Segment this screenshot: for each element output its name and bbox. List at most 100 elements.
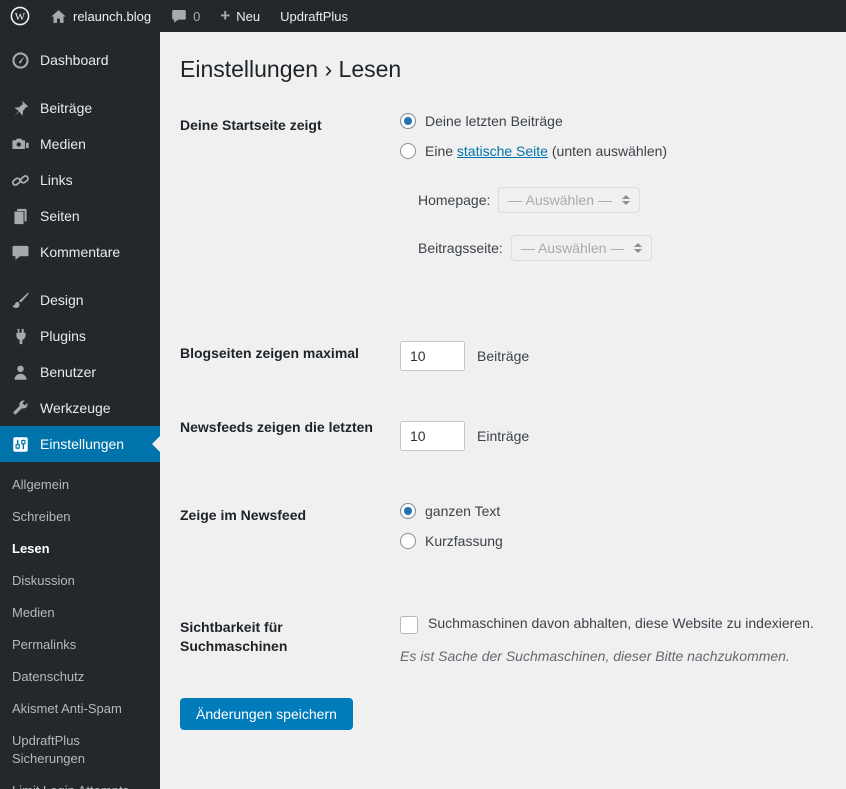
submenu-item-permalinks[interactable]: Permalinks <box>0 629 160 661</box>
main-content: Einstellungen › Lesen Deine Startseite z… <box>160 32 846 750</box>
homepage-select[interactable]: — Auswählen — <box>498 186 640 213</box>
blog-pages-input[interactable] <box>400 340 465 371</box>
wrench-icon <box>10 398 30 418</box>
save-changes-button[interactable]: Änderungen speichern <box>180 697 353 730</box>
submenu-item-diskussion[interactable]: Diskussion <box>0 565 160 597</box>
posts-page-select[interactable]: — Auswählen — <box>510 234 653 261</box>
radio-static-page-label: Eine statische Seite (unten auswählen) <box>425 143 667 159</box>
updraftplus-menu[interactable]: UpdraftPlus <box>270 0 358 32</box>
static-page-selects: Homepage: — Auswählen — Beitragsseite: —… <box>418 186 826 261</box>
posts-page-label: Beitragsseite: <box>418 239 503 256</box>
paintbrush-icon <box>10 290 30 310</box>
radio-full-text[interactable]: ganzen Text <box>400 502 826 519</box>
search-engine-checkbox-label: Suchmaschinen davon abhalten, diese Webs… <box>428 614 814 631</box>
radio-latest-posts-label: Deine letzten Beiträge <box>425 112 563 129</box>
submenu-item-limit-login[interactable]: Limit Login Attempts <box>0 775 160 789</box>
pages-icon <box>10 206 30 226</box>
feed-content-label: Zeige im Newsfeed <box>180 506 307 523</box>
comments-icon <box>10 242 30 262</box>
site-name-menu[interactable]: relaunch.blog <box>40 0 161 32</box>
sidebar-item-einstellungen[interactable]: Einstellungen <box>0 426 160 462</box>
user-icon <box>10 362 30 382</box>
radio-full-text-label: ganzen Text <box>425 502 501 519</box>
plugin-icon <box>10 326 30 346</box>
sidebar-item-werkzeuge[interactable]: Werkzeuge <box>0 390 160 426</box>
blog-pages-suffix: Beiträge <box>477 347 530 364</box>
submenu-item-schreiben[interactable]: Schreiben <box>0 501 160 533</box>
homepage-label: Homepage: <box>418 191 491 208</box>
sidebar-item-label: Werkzeuge <box>40 400 111 416</box>
submenu-item-akismet[interactable]: Akismet Anti-Spam <box>0 693 160 725</box>
sidebar-item-kommentare[interactable]: Kommentare <box>0 234 160 270</box>
posts-page-select-value: — Auswählen — <box>520 239 625 256</box>
wordpress-logo-icon: W <box>10 6 30 26</box>
new-label: Neu <box>236 8 261 24</box>
sidebar-item-label: Seiten <box>40 208 80 224</box>
sidebar-item-benutzer[interactable]: Benutzer <box>0 354 160 390</box>
sidebar-item-label: Links <box>40 172 73 188</box>
sidebar-item-links[interactable]: Links <box>0 162 160 198</box>
feed-items-input[interactable] <box>400 420 465 451</box>
feed-content-setting-row: Zeige im Newsfeed ganzen Text Kurzfassun… <box>180 502 826 563</box>
submenu-item-allgemein[interactable]: Allgemein <box>0 469 160 501</box>
svg-text:W: W <box>15 11 26 23</box>
select-arrows-icon <box>634 242 643 253</box>
radio-full-text-control[interactable] <box>400 502 416 519</box>
menu-separator <box>0 270 160 282</box>
home-icon <box>50 8 67 25</box>
sidebar-item-seiten[interactable]: Seiten <box>0 198 160 234</box>
submenu-item-medien[interactable]: Medien <box>0 597 160 629</box>
menu-separator <box>0 78 160 90</box>
sidebar-item-label: Einstellungen <box>40 436 125 452</box>
static-page-text-pre: Eine <box>425 142 454 159</box>
radio-summary[interactable]: Kurzfassung <box>400 532 826 549</box>
comments-menu[interactable]: 0 <box>161 0 210 32</box>
sidebar-item-design[interactable]: Design <box>0 282 160 318</box>
page-title: Einstellungen › Lesen <box>180 56 402 82</box>
comments-count: 0 <box>193 8 201 24</box>
sidebar-item-label: Design <box>40 292 84 308</box>
sidebar-item-dashboard[interactable]: Dashboard <box>0 42 160 78</box>
radio-latest-posts-control[interactable] <box>400 112 416 129</box>
sidebar-item-plugins[interactable]: Plugins <box>0 318 160 354</box>
radio-latest-posts[interactable]: Deine letzten Beiträge <box>400 112 826 129</box>
sidebar-item-label: Dashboard <box>40 52 109 68</box>
radio-static-page-control[interactable] <box>400 142 416 159</box>
search-engine-checkbox-row[interactable]: Suchmaschinen davon abhalten, diese Webs… <box>400 615 826 634</box>
pushpin-icon <box>10 98 30 118</box>
sidebar-item-label: Kommentare <box>40 244 121 260</box>
sidebar-item-label: Beiträge <box>40 100 93 116</box>
radio-static-page[interactable]: Eine statische Seite (unten auswählen) <box>400 142 826 159</box>
camera-icon <box>10 134 30 154</box>
submenu-item-lesen[interactable]: Lesen <box>0 533 160 565</box>
posts-page-select-row: Beitragsseite: — Auswählen — <box>418 234 826 261</box>
admin-sidebar: Dashboard Beiträge Medien Links Seiten K… <box>0 32 160 789</box>
search-visibility-setting-row: Sichtbarkeit für Suchmaschinen Suchmasch… <box>180 615 826 664</box>
select-arrows-icon <box>621 194 630 205</box>
homepage-select-row: Homepage: — Auswählen — <box>418 186 826 213</box>
submenu-item-updraftplus[interactable]: UpdraftPlus Sicherungen <box>0 725 130 775</box>
admin-menu: Dashboard Beiträge Medien Links Seiten K… <box>0 32 160 789</box>
feed-items-suffix: Einträge <box>477 427 530 444</box>
homepage-select-value: — Auswählen — <box>508 191 612 208</box>
search-engine-checkbox[interactable] <box>400 615 418 634</box>
sidebar-item-medien[interactable]: Medien <box>0 126 160 162</box>
sidebar-item-label: Medien <box>40 136 86 152</box>
submenu-item-datenschutz[interactable]: Datenschutz <box>0 661 160 693</box>
blog-pages-label: Blogseiten zeigen maximal <box>180 344 359 361</box>
search-visibility-note: Es ist Sache der Suchmaschinen, dieser B… <box>400 647 790 664</box>
front-page-setting-row: Deine Startseite zeigt Deine letzten Bei… <box>180 112 826 283</box>
front-page-label: Deine Startseite zeigt <box>180 116 322 133</box>
plus-icon: + <box>220 5 231 25</box>
admin-bar: W relaunch.blog 0 + Neu UpdraftPlus <box>0 0 846 32</box>
new-content-menu[interactable]: + Neu <box>210 0 270 32</box>
sidebar-item-beitraege[interactable]: Beiträge <box>0 90 160 126</box>
updraftplus-label: UpdraftPlus <box>280 8 349 24</box>
sidebar-item-label: Plugins <box>40 328 86 344</box>
feed-items-label: Newsfeeds zeigen die letzten <box>180 418 373 435</box>
radio-summary-label: Kurzfassung <box>425 532 503 549</box>
wordpress-logo-menu[interactable]: W <box>0 0 40 32</box>
static-page-link[interactable]: statische Seite <box>457 143 548 159</box>
radio-summary-control[interactable] <box>400 532 416 549</box>
link-icon <box>10 170 30 190</box>
